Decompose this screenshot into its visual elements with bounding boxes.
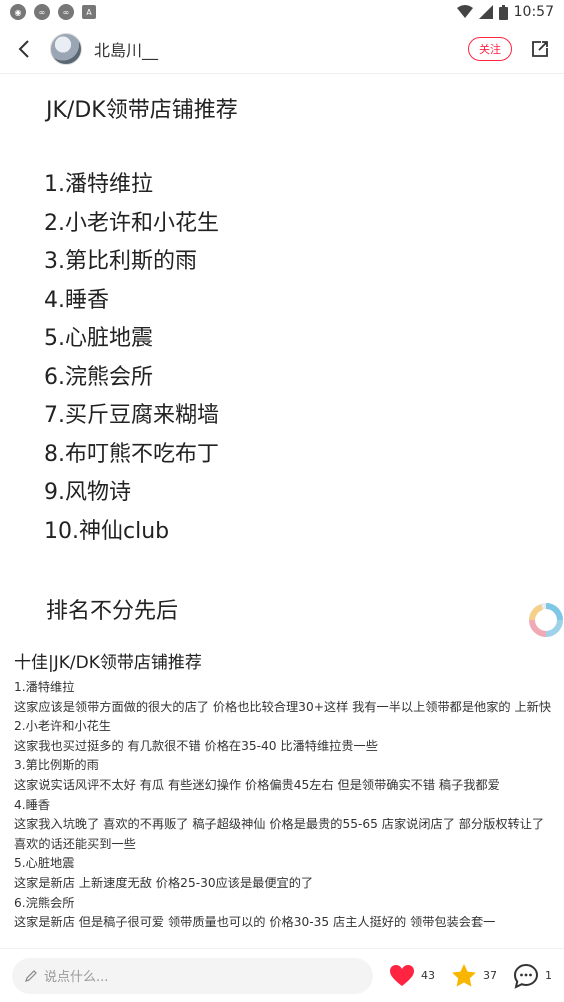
post-line: 4.睡香 [14,797,51,812]
follow-button[interactable]: 关注 [468,36,512,61]
image-list-item: 4.睡香 [44,287,109,313]
battery-icon [498,4,508,20]
image-shop-list: 1.潘特维拉 2.小老许和小花生 3.第比利斯的雨 4.睡香 5.心脏地震 6.… [44,166,219,551]
post-line: 这家是新店 但是稿子很可爱 领带质量也可以的 价格30-35 店主人挺好的 领带… [14,915,496,930]
avatar[interactable] [50,32,82,65]
collect-button[interactable]: 37 [451,963,497,988]
post-title: 十佳|JK/DK领带店铺推荐 [14,653,202,673]
status-bar: ◉ ∞ ∞ A 10:57 [0,0,564,24]
app-notification-icon: ∞ [58,4,74,20]
post-line: 6.浣熊会所 [14,895,75,910]
text-notification-icon: A [82,5,96,19]
pencil-icon [25,969,37,982]
post-line: 这家我也买过挺多的 有几款很不错 价格在35-40 比潘特维拉贵一些 [14,738,378,753]
post-image[interactable]: JK/DK领带店铺推荐 1.潘特维拉 2.小老许和小花生 3.第比利斯的雨 4.… [0,74,564,642]
collect-count: 37 [483,969,497,982]
post-line: 1.潘特维拉 [14,680,75,694]
image-list-item: 10.神仙club [44,518,170,544]
loading-ring-icon [529,603,563,637]
comment-button[interactable]: 1 [513,963,552,989]
post-line: 这家说实话风评不太好 有瓜 有些迷幻操作 价格偏贵45左右 但是领带确实不错 稿… [14,777,500,792]
bottom-action-bar: 说点什么... 43 37 1 [0,948,564,1002]
star-icon [452,964,476,987]
image-list-item: 6.浣熊会所 [44,364,153,390]
chevron-left-icon [18,39,29,58]
post-header: 北島川__ 关注 [0,24,564,74]
status-left-icons: ◉ ∞ ∞ A [10,4,96,20]
back-button[interactable] [12,37,36,61]
image-title: JK/DK领带店铺推荐 [46,98,238,123]
app-notification-icon: ∞ [34,4,50,20]
post-line: 这家是新店 上新速度无敌 价格25-30应该是最便宜的了 [14,875,314,890]
image-list-item: 8.布叮熊不吃布丁 [44,441,219,467]
signal-icon [478,5,493,19]
comment-bubble-icon [513,963,539,989]
share-icon [532,40,548,57]
comment-input[interactable]: 说点什么... [12,957,373,994]
image-list-item: 7.买斤豆腐来糊墙 [44,403,219,428]
shield-icon: ◉ [10,4,26,20]
image-list-item: 5.心脏地震 [44,326,153,351]
image-footer: 排名不分先后 [46,599,179,624]
comment-placeholder: 说点什么... [44,970,109,985]
post-line: 这家我入坑晚了 喜欢的不再贩了 稿子超级神仙 价格是最贵的55-65 店家说闭店… [14,817,545,851]
post-line: 5.心脏地震 [14,856,75,871]
post-body: 1.潘特维拉 这家应该是领带方面做的很大的店了 价格也比较合理30+这样 我有一… [14,678,554,933]
image-list-item: 1.潘特维拉 [44,172,153,197]
post-line: 3.第比例斯的雨 [14,758,99,773]
like-button[interactable]: 43 [389,964,435,988]
post-line: 2.小老许和小花生 [14,719,111,734]
heart-icon [390,964,414,986]
post-line: 这家应该是领带方面做的很大的店了 价格也比较合理30+这样 我有一半以上领带都是… [14,699,552,714]
share-button[interactable] [528,37,552,61]
status-time: 10:57 [513,4,554,20]
author-name[interactable]: 北島川__ [94,37,158,61]
image-list-item: 9.风物诗 [44,480,131,505]
image-list-item: 2.小老许和小花生 [44,210,219,236]
image-list-item: 3.第比利斯的雨 [44,249,197,274]
comment-count: 1 [545,969,552,982]
like-count: 43 [421,969,435,982]
status-right-icons: 10:57 [456,4,554,20]
wifi-icon [456,5,473,18]
